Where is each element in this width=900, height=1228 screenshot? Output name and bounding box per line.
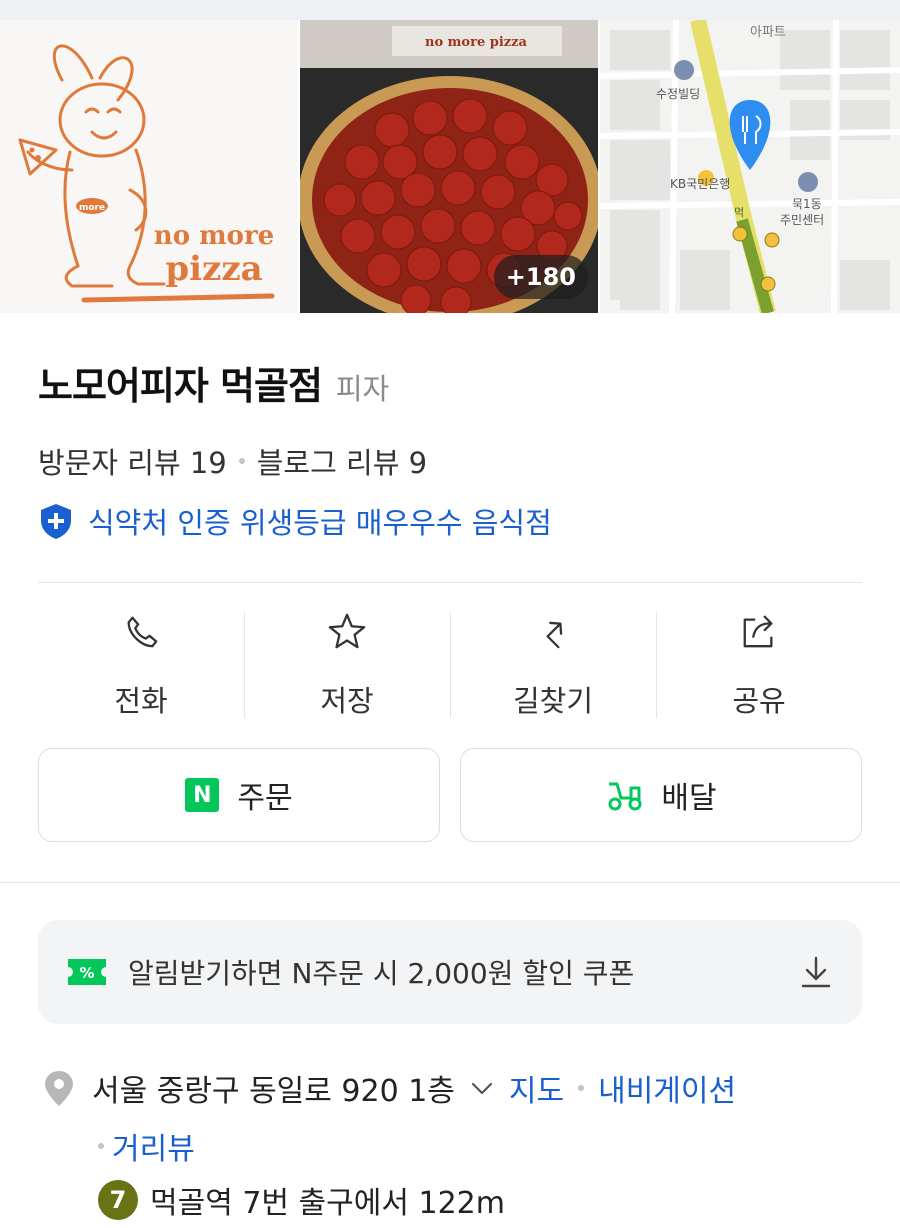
action-bar: 전화 저장 길찾기 공유	[38, 608, 862, 720]
logo-text-top: no more	[154, 221, 274, 251]
map-label-center-2: 주민센터	[780, 213, 824, 227]
delivery-label: 배달	[661, 781, 717, 816]
coupon-percent: %	[79, 964, 94, 982]
map-label-bank: KB국민은행	[670, 176, 730, 191]
map-thumbnail[interactable]: 아파트 수정빌딩 KB국민은행 묵1동 주민센터 먹	[600, 20, 900, 313]
star-icon	[328, 613, 366, 649]
save-label: 저장	[320, 684, 374, 718]
naver-n-icon: N	[185, 778, 220, 812]
chevron-down-icon[interactable]	[469, 1075, 495, 1101]
call-button[interactable]: 전화	[38, 608, 244, 720]
subway-info: 7 먹골역 7번 출구에서 122m	[98, 1178, 505, 1222]
order-row: N 주문 배달	[38, 748, 862, 842]
delivery-scooter-icon	[608, 782, 642, 811]
address-row: 서울 중랑구 동일로 920 1층 지도 내비게이션 거리뷰	[40, 1066, 880, 1168]
delivery-button[interactable]: 배달	[460, 748, 862, 842]
map-label-apartment: 아파트	[750, 25, 786, 40]
separator-dot	[578, 1085, 585, 1091]
download-icon[interactable]	[798, 954, 834, 990]
share-label: 공유	[732, 684, 786, 718]
navigation-link[interactable]: 내비게이션	[598, 1066, 736, 1110]
photo-count-badge[interactable]: +180	[493, 255, 588, 299]
directions-icon	[546, 621, 563, 649]
rabbit-logo-illustration: more no more pizza	[18, 44, 275, 303]
section-divider	[0, 882, 900, 883]
top-strip	[0, 0, 900, 20]
separator-dot	[238, 458, 245, 464]
map-image: 아파트 수정빌딩 KB국민은행 묵1동 주민센터 먹	[600, 20, 900, 313]
coupon-text: 알림받기하면 N주문 시 2,000원 할인 쿠폰	[128, 957, 635, 990]
subway-line-badge: 7	[98, 1180, 138, 1220]
store-category: 피자	[335, 372, 390, 406]
location-pin-icon	[45, 1071, 73, 1106]
call-label: 전화	[114, 684, 168, 718]
order-button[interactable]: N 주문	[38, 748, 440, 842]
order-label: 주문	[237, 781, 293, 816]
phone-icon	[127, 616, 158, 648]
share-button[interactable]: 공유	[656, 608, 862, 720]
store-title-row: 노모어피자 먹골점 피자	[38, 355, 389, 410]
coupon-banner[interactable]: % 알림받기하면 N주문 시 2,000원 할인 쿠폰	[38, 920, 862, 1024]
address-text: 서울 중랑구 동일로 920 1층	[92, 1074, 455, 1109]
map-label-building: 수정빌딩	[656, 87, 700, 101]
pizza-photo[interactable]: no more pizza +180	[300, 20, 598, 313]
store-name: 노모어피자 먹골점	[38, 364, 323, 408]
logo-badge-text: more	[79, 203, 105, 213]
blog-reviews-link[interactable]: 블로그 리뷰 9	[257, 440, 427, 482]
review-summary: 방문자 리뷰 19 블로그 리뷰 9	[38, 440, 427, 482]
map-label-center-1: 묵1동	[792, 197, 822, 211]
visitor-reviews-link[interactable]: 방문자 리뷰 19	[38, 440, 227, 482]
shield-icon	[41, 504, 71, 539]
divider	[38, 582, 862, 583]
street-view-link[interactable]: 거리뷰	[112, 1124, 195, 1168]
logo-photo[interactable]: more no more pizza	[0, 20, 298, 313]
map-link[interactable]: 지도	[509, 1066, 564, 1110]
share-icon	[743, 615, 773, 648]
hygiene-text: 식약처 인증 위생등급 매우우수 음식점	[88, 506, 552, 540]
map-label-station: 먹	[734, 206, 744, 219]
pizza-box-text: no more pizza	[425, 35, 528, 50]
photo-gallery[interactable]: more no more pizza no more pizza +180 아파…	[0, 20, 900, 313]
logo-text-bottom: pizza	[165, 249, 262, 289]
save-button[interactable]: 저장	[244, 608, 450, 720]
directions-button[interactable]: 길찾기	[450, 608, 656, 720]
directions-label: 길찾기	[512, 684, 594, 718]
coupon-icon: %	[68, 959, 106, 985]
separator-dot	[98, 1143, 104, 1149]
subway-text: 먹골역 7번 출구에서 122m	[150, 1186, 505, 1221]
hygiene-badge[interactable]: 식약처 인증 위생등급 매우우수 음식점	[38, 500, 552, 542]
